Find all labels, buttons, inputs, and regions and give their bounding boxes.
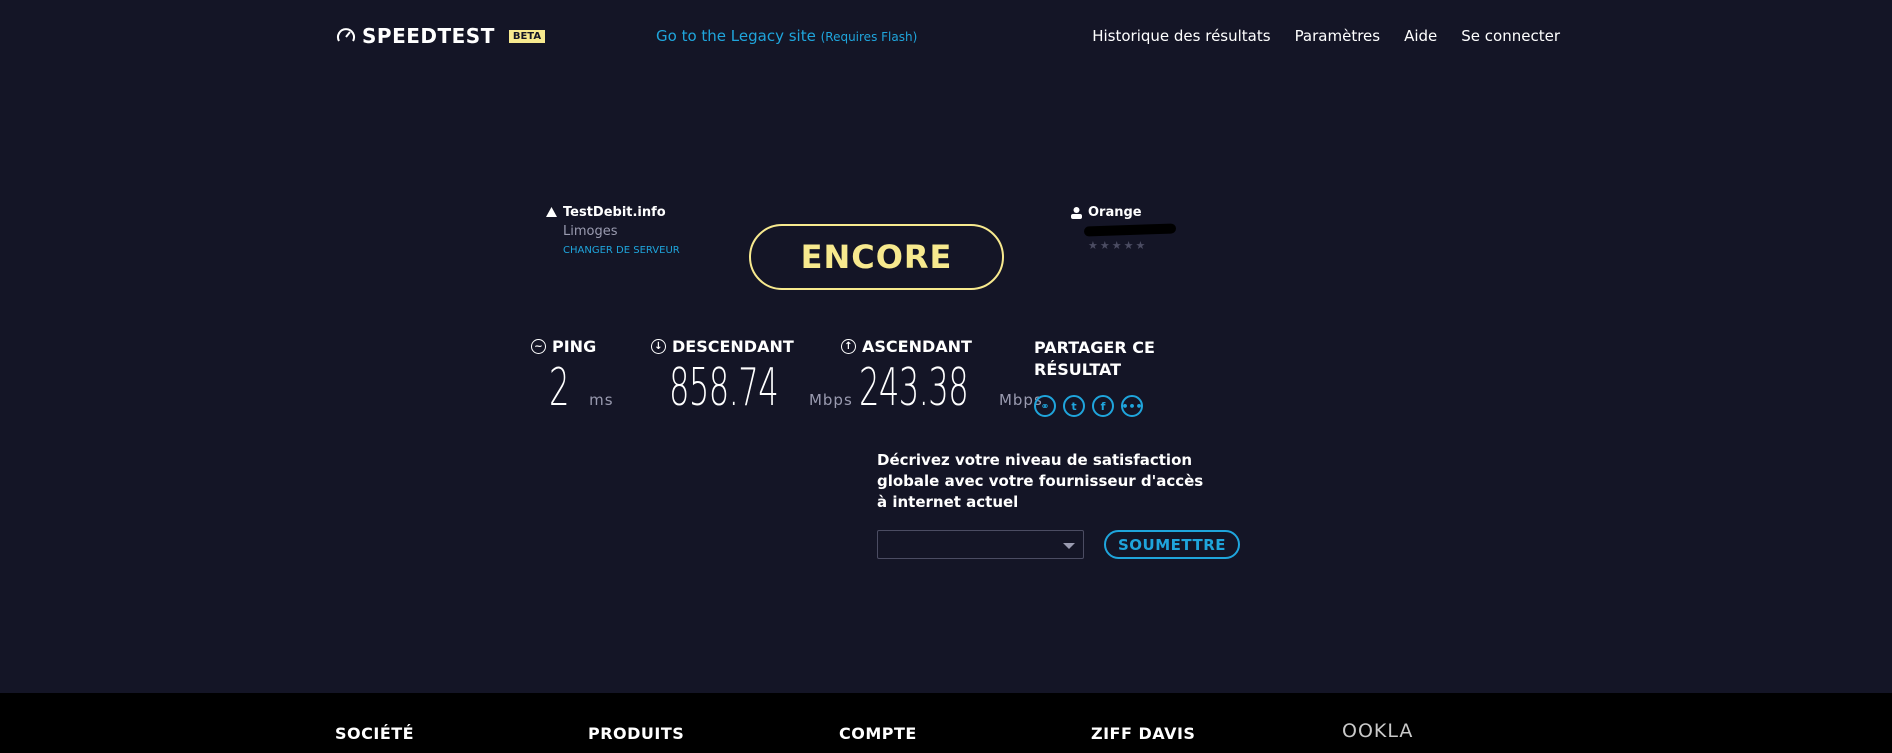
ping-value: 2: [549, 358, 570, 418]
legacy-link-text: Go to the Legacy site: [656, 27, 816, 45]
footer: [0, 693, 1892, 753]
logo-text: SPEEDTEST: [362, 24, 495, 48]
ookla-logo[interactable]: OOKLA: [1342, 720, 1413, 742]
provider-rating-stars[interactable]: ★★★★★: [1088, 239, 1176, 252]
redacted-ip: [1083, 223, 1177, 237]
upload-metric: ↑ ASCENDANT 243.38 Mbps: [841, 337, 1043, 418]
upload-value: 243.38: [859, 358, 969, 418]
top-nav: Historique des résultats Paramètres Aide…: [1092, 27, 1560, 45]
speedometer-icon: [337, 28, 355, 42]
satisfaction-question: Décrivez votre niveau de satisfaction gl…: [877, 451, 1204, 511]
user-icon: [1071, 207, 1082, 219]
nav-login[interactable]: Se connecter: [1461, 27, 1560, 45]
speedtest-logo[interactable]: SPEEDTEST BETA: [336, 24, 546, 48]
submit-button[interactable]: SOUMETTRE: [1104, 530, 1240, 559]
share-result: PARTAGER CE RÉSULTAT ⚭ t f •••: [1034, 337, 1155, 417]
provider-info: Orange ★★★★★: [1070, 205, 1177, 252]
change-server-link[interactable]: CHANGER DE SERVEUR: [563, 245, 680, 256]
upload-label: ASCENDANT: [862, 337, 972, 356]
link-icon[interactable]: ⚭: [1034, 395, 1056, 417]
ping-unit: ms: [589, 391, 614, 409]
footer-account[interactable]: COMPTE: [839, 724, 917, 743]
ping-icon: ~: [531, 339, 546, 354]
server-name: TestDebit.info: [563, 205, 666, 220]
footer-products[interactable]: PRODUITS: [588, 724, 684, 743]
facebook-icon[interactable]: f: [1092, 395, 1114, 417]
download-arrow-icon: ↓: [651, 339, 666, 354]
download-metric: ↓ DESCENDANT 858.74 Mbps: [651, 337, 853, 418]
beta-badge: BETA: [508, 29, 546, 43]
ping-metric: ~ PING 2 ms: [531, 337, 614, 418]
share-title-line1: PARTAGER CE: [1034, 338, 1155, 357]
download-value: 858.74: [669, 358, 779, 418]
satisfaction-select[interactable]: [877, 530, 1084, 559]
footer-ziff-davis[interactable]: ZIFF DAVIS: [1091, 724, 1195, 743]
chevron-down-icon: [1063, 543, 1075, 549]
twitter-icon[interactable]: t: [1063, 395, 1085, 417]
provider-name: Orange: [1088, 205, 1142, 220]
footer-company[interactable]: SOCIÉTÉ: [335, 724, 414, 743]
more-icon[interactable]: •••: [1121, 395, 1143, 417]
encore-button[interactable]: ENCORE: [749, 224, 1004, 290]
legacy-site-link[interactable]: Go to the Legacy site (Requires Flash): [656, 27, 917, 45]
nav-help[interactable]: Aide: [1404, 27, 1437, 45]
ping-label: PING: [552, 337, 597, 356]
upload-arrow-icon: ↑: [841, 339, 856, 354]
nav-settings[interactable]: Paramètres: [1295, 27, 1381, 45]
server-location: Limoges: [563, 224, 618, 239]
share-title-line2: RÉSULTAT: [1034, 360, 1122, 379]
server-icon: [546, 207, 557, 217]
legacy-link-note: (Requires Flash): [820, 30, 918, 44]
download-label: DESCENDANT: [672, 337, 794, 356]
nav-results-history[interactable]: Historique des résultats: [1092, 27, 1270, 45]
server-info: TestDebit.info Limoges CHANGER DE SERVEU…: [545, 205, 680, 256]
